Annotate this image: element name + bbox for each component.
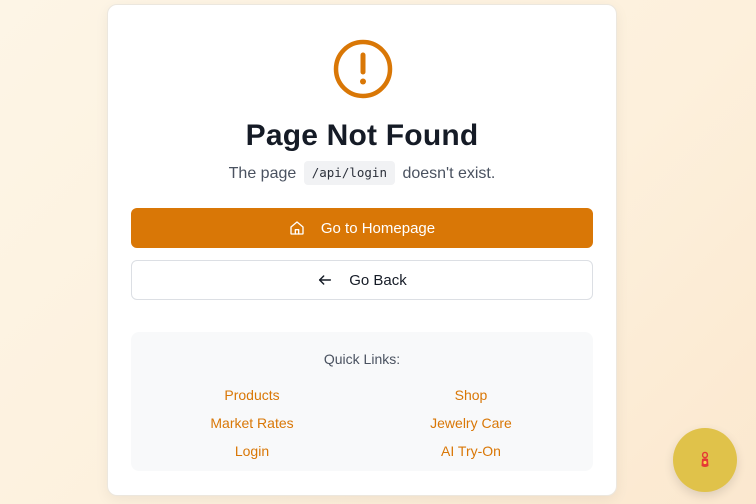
go-back-button[interactable]: Go Back [131,260,593,300]
quick-link-shop[interactable]: Shop [371,387,571,403]
missing-path: /api/login [303,161,395,185]
alert-circle-icon [333,39,393,99]
ornament-icon [701,451,709,467]
page-title: Page Not Found [245,119,479,152]
go-home-button[interactable]: Go to Homepage [131,208,593,248]
quick-link-products[interactable]: Products [152,387,352,403]
quick-link-market-rates[interactable]: Market Rates [152,415,352,431]
quick-links-title: Quick Links: [323,351,401,367]
home-icon [290,221,304,235]
error-message: The page /api/login doesn't exist. [108,161,616,187]
quick-links-panel: Quick Links: Products Shop Market Rates … [131,332,593,471]
error-message-prefix: The page [228,165,297,182]
error-message-suffix: doesn't exist. [402,165,496,182]
arrow-left-icon [319,275,332,285]
go-back-label: Go Back [349,271,407,289]
floating-action-button[interactable] [673,428,737,492]
go-home-label: Go to Homepage [320,219,436,237]
quick-link-jewelry-care[interactable]: Jewelry Care [371,415,571,431]
quick-link-ai-try-on[interactable]: AI Try-On [371,443,571,459]
quick-link-login[interactable]: Login [152,443,352,459]
not-found-card: Page Not Found The page /api/login doesn… [107,4,617,496]
